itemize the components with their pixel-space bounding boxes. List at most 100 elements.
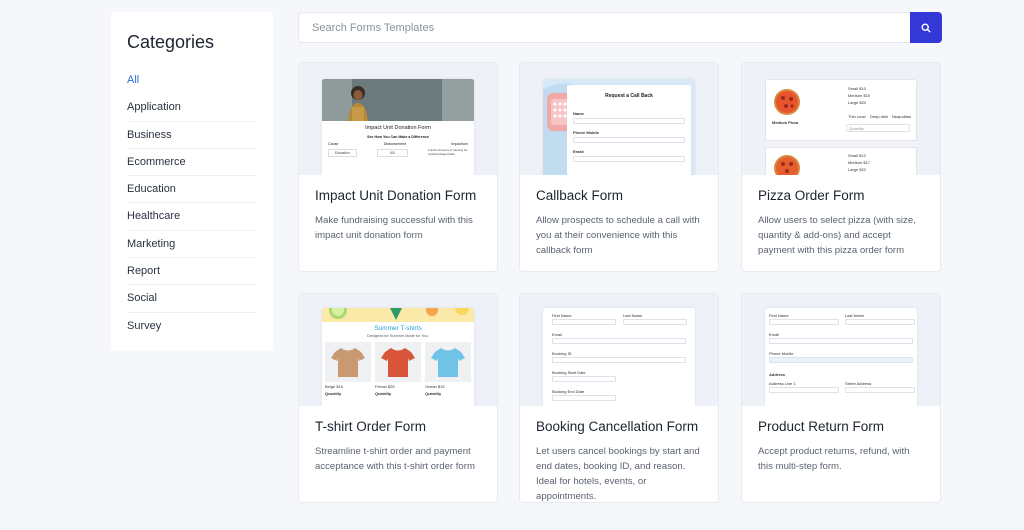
preview-label: Name bbox=[573, 111, 584, 116]
quantity-label: Quantity bbox=[425, 391, 442, 396]
tshirt-label: Beige $15 bbox=[325, 384, 344, 389]
pizza-image bbox=[774, 155, 800, 175]
preview-col: Cause bbox=[328, 142, 339, 146]
preview-label: Booking End Date bbox=[552, 389, 585, 394]
quantity-row: Quantity Quantity Quantity bbox=[322, 391, 474, 396]
preview-input bbox=[552, 357, 686, 363]
tshirt-item: Beige $15 bbox=[325, 342, 371, 389]
preview-label: Address Line 1 bbox=[769, 381, 796, 386]
card-description: Allow users to select pizza (with size, … bbox=[758, 215, 916, 256]
search-button[interactable] bbox=[910, 12, 942, 43]
preview-heading: Request a Call Back bbox=[605, 93, 653, 99]
category-report[interactable]: Report bbox=[127, 258, 257, 286]
card-title: T-shirt Order Form bbox=[315, 419, 427, 434]
card-thumbnail: Impact Unit Donation Form See How You Ca… bbox=[299, 63, 497, 175]
template-card-booking-cancellation[interactable]: First Name Last Name Email Booking ID Bo… bbox=[519, 293, 719, 503]
template-card-pizza-order[interactable]: Small $10 Medium $15 Large $20 Medium Pi… bbox=[741, 62, 941, 272]
quantity-label: Quantity bbox=[375, 391, 392, 396]
preview-input bbox=[845, 387, 915, 393]
form-preview: First Name Last Name Email Booking ID Bo… bbox=[543, 308, 695, 406]
addon-option: Neapolitan bbox=[892, 114, 912, 119]
categories-title: Categories bbox=[127, 32, 215, 52]
category-social[interactable]: Social bbox=[127, 285, 257, 313]
preview-label: Last Name bbox=[845, 313, 865, 318]
tshirt-row: Beige $15 Ferrari $25 Ocean $15 bbox=[322, 342, 474, 389]
preview-label: Email bbox=[552, 332, 563, 337]
preview-label: Booking ID bbox=[552, 351, 572, 356]
blue-tshirt-image bbox=[431, 348, 465, 377]
tshirt-label: Ocean $15 bbox=[425, 384, 445, 389]
preview-cell: Funds 10 hours of tutoring for underpriv… bbox=[428, 148, 468, 156]
card-description: Streamline t-shirt order and payment acc… bbox=[315, 446, 475, 472]
size-option: Large $20 bbox=[848, 100, 867, 105]
template-card-callback[interactable]: Request a Call Back Name Phone Mobile Em… bbox=[519, 62, 719, 272]
card-title: Product Return Form bbox=[758, 419, 885, 434]
category-application[interactable]: Application bbox=[127, 94, 257, 122]
category-education[interactable]: Education bbox=[127, 176, 257, 204]
preview-label: Last Name bbox=[623, 313, 643, 318]
preview-subheading: Designed for Summer Mode for You. bbox=[367, 334, 429, 338]
size-option: Medium $15 bbox=[848, 93, 871, 98]
preview-label: Phone Mobile bbox=[769, 351, 794, 356]
template-card-product-return[interactable]: First Name Last Name Email Phone Mobile … bbox=[741, 293, 941, 503]
pizza-image bbox=[774, 89, 800, 115]
preview-row: Education 100 Funds 10 hours of tutoring… bbox=[322, 148, 474, 157]
preview-heading: Impact Unit Donation Form bbox=[365, 125, 431, 131]
fruit-banner-image bbox=[322, 308, 474, 322]
child-photo-image bbox=[322, 79, 474, 121]
category-list: All Application Business Ecommerce Educa… bbox=[127, 67, 257, 340]
size-option: Medium $17 bbox=[848, 160, 871, 165]
size-option: Small $12 bbox=[848, 153, 866, 158]
beige-tshirt-image bbox=[331, 348, 365, 377]
preview-subheading: See How You Can Make a Difference bbox=[367, 135, 429, 139]
preview-input bbox=[573, 118, 685, 124]
search-icon bbox=[921, 22, 931, 33]
preview-input bbox=[573, 137, 685, 143]
tshirt-label: Ferrari $25 bbox=[375, 384, 395, 389]
card-thumbnail: First Name Last Name Email Phone Mobile … bbox=[742, 294, 940, 406]
form-preview: Request a Call Back Name Phone Mobile Em… bbox=[543, 79, 695, 175]
category-healthcare[interactable]: Healthcare bbox=[127, 203, 257, 231]
card-thumbnail: Request a Call Back Name Phone Mobile Em… bbox=[520, 63, 718, 175]
addon-option: Thin crust bbox=[848, 114, 866, 119]
preview-cell: 100 bbox=[376, 149, 409, 157]
search-bar bbox=[298, 12, 942, 43]
preview-label: Address bbox=[769, 372, 786, 377]
preview-label: Booking Start Date bbox=[552, 370, 586, 375]
preview-col: Impactium bbox=[451, 142, 468, 146]
category-survey[interactable]: Survey bbox=[127, 313, 257, 340]
preview-columns: Cause Disbursement Impactium bbox=[322, 142, 474, 146]
category-marketing[interactable]: Marketing bbox=[127, 231, 257, 259]
size-option: Large $22 bbox=[848, 167, 867, 172]
card-description: Make fundraising successful with this im… bbox=[315, 215, 473, 241]
card-thumbnail: Summer T-shirts Designed for Summer Mode… bbox=[299, 294, 497, 406]
tshirt-item: Ferrari $25 bbox=[375, 342, 421, 389]
preview-input bbox=[769, 387, 839, 393]
search-input[interactable] bbox=[299, 13, 910, 42]
preview-col: Disbursement bbox=[383, 142, 406, 146]
template-card-impact-donation[interactable]: Impact Unit Donation Form See How You Ca… bbox=[298, 62, 498, 272]
category-business[interactable]: Business bbox=[127, 122, 257, 149]
form-preview: Impact Unit Donation Form See How You Ca… bbox=[322, 79, 474, 175]
preview-heading: Summer T-shirts bbox=[374, 325, 422, 332]
size-option: Small $10 bbox=[848, 86, 866, 91]
preview-input bbox=[845, 319, 915, 325]
category-all[interactable]: All bbox=[127, 67, 257, 94]
card-title: Callback Form bbox=[536, 188, 624, 203]
card-thumbnail: Small $10 Medium $15 Large $20 Medium Pi… bbox=[742, 63, 940, 175]
preview-input bbox=[769, 338, 913, 344]
preview-input bbox=[552, 376, 616, 382]
form-preview: Small $10 Medium $15 Large $20 Medium Pi… bbox=[765, 79, 917, 175]
template-card-tshirt-order[interactable]: Summer T-shirts Designed for Summer Mode… bbox=[298, 293, 498, 503]
pizza-item-block: Small $10 Medium $15 Large $20 Medium Pi… bbox=[765, 79, 917, 141]
category-ecommerce[interactable]: Ecommerce bbox=[127, 149, 257, 177]
card-thumbnail: First Name Last Name Email Booking ID Bo… bbox=[520, 294, 718, 406]
preview-label: Email bbox=[769, 332, 780, 337]
preview-input bbox=[552, 319, 616, 325]
preview-input bbox=[623, 319, 687, 325]
preview-label: Phone Mobile bbox=[573, 130, 599, 135]
preview-input bbox=[769, 319, 839, 325]
card-title: Pizza Order Form bbox=[758, 188, 865, 203]
card-description: Allow prospects to schedule a call with … bbox=[536, 215, 700, 256]
preview-label: Email bbox=[573, 149, 584, 154]
